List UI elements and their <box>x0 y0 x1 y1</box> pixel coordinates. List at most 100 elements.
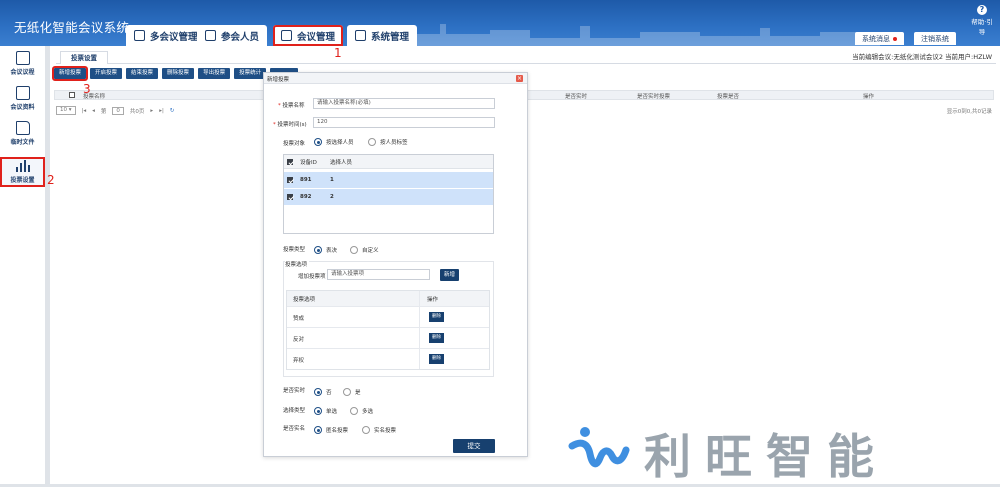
col-person: 选择人员 <box>330 159 353 166</box>
system-message-button[interactable]: 系统消息 <box>855 32 904 45</box>
skyline-decoration <box>380 24 880 46</box>
select-all-people-checkbox[interactable] <box>287 158 293 165</box>
col-realtime-vote: 是否实时投票 <box>637 94 671 100</box>
close-icon[interactable]: × <box>516 75 523 82</box>
delete-option-button[interactable]: 删除 <box>429 333 444 343</box>
nav-tab-label: 多会议管理 <box>150 31 198 43</box>
anonymous-label: 是否实名 <box>283 426 306 432</box>
people-icon <box>205 30 216 41</box>
radio-anonymous[interactable]: 匿名投票 <box>314 426 348 434</box>
prev-page-icon[interactable]: ◂ <box>92 108 95 114</box>
nav-tab-participants[interactable]: 参会人员 <box>197 25 268 46</box>
help-button[interactable]: ? 帮助·引导 <box>968 5 996 36</box>
agenda-icon <box>15 51 30 65</box>
table-row[interactable]: 891 1 <box>284 172 493 188</box>
page-prefix: 第 <box>100 108 107 115</box>
col-actions: 操作 <box>863 94 875 100</box>
sidebar-item-vote-settings[interactable]: 投票设置 <box>0 157 45 187</box>
notification-dot-icon <box>893 36 897 41</box>
pagination: 10 ▾ |◂ ◂ 第 0 共0页 ▸ ▸| ↻ <box>56 106 174 115</box>
documents-icon <box>15 86 30 100</box>
sidebar-item-agenda[interactable]: 会议议程 <box>0 49 45 83</box>
radio-off-icon <box>343 388 351 396</box>
sidebar-item-label: 临时文件 <box>10 139 35 146</box>
start-vote-button[interactable]: 开启投票 <box>90 68 123 79</box>
vote-time-label: * 投票时间(s) <box>273 122 307 128</box>
radio-realtime-yes[interactable]: 是 <box>343 388 361 396</box>
add-option-label: 增加投票项 <box>298 274 326 280</box>
brand-logo-icon <box>568 426 630 467</box>
realtime-label: 是否实时 <box>283 388 306 394</box>
last-page-icon[interactable]: ▸| <box>159 108 164 114</box>
add-option-input[interactable]: 请输入投票项 <box>327 269 430 280</box>
nav-tab-meeting-management[interactable]: 会议管理 <box>273 25 344 46</box>
meeting-icon <box>281 30 292 41</box>
radio-vote-type-standard[interactable]: 表决 <box>314 246 337 254</box>
radio-off-icon <box>368 138 376 146</box>
sidebar-item-label: 会议议程 <box>10 69 35 76</box>
first-page-icon[interactable]: |◂ <box>82 108 87 114</box>
tab-vote-settings[interactable]: 投票设置 <box>60 51 108 64</box>
nav-tab-multi-meeting[interactable]: 多会议管理 <box>126 25 206 46</box>
annotation-3: 3 <box>83 82 91 96</box>
export-vote-button[interactable]: 导出投票 <box>198 68 231 79</box>
sidebar-item-temp-files[interactable]: 临时文件 <box>0 119 45 153</box>
table-row: 赞成 删除 <box>287 306 489 327</box>
annotation-2: 2 <box>47 173 55 187</box>
page-size-select[interactable]: 10 ▾ <box>56 106 76 115</box>
radio-single-choice[interactable]: 单选 <box>314 407 337 415</box>
dialog-header: 新增投票 × <box>264 73 527 84</box>
radio-on-icon <box>314 388 322 396</box>
current-meeting-info: 当前编辑会议:无纸化测试会议2 当前用户:HZLW <box>852 53 992 61</box>
radio-on-icon <box>314 407 322 415</box>
delete-option-button[interactable]: 删除 <box>429 354 444 364</box>
vote-object-label: 投票对象 <box>283 141 306 147</box>
screen-icon <box>134 30 145 41</box>
vote-name-label: * 投票名称 <box>278 103 305 109</box>
row-checkbox[interactable] <box>287 194 293 200</box>
nav-tab-label: 系统管理 <box>371 31 410 43</box>
delete-option-button[interactable]: 删除 <box>429 312 444 322</box>
vote-options-label: 投票选项 <box>285 260 310 268</box>
table-row: 反对 删除 <box>287 327 489 348</box>
dialog-title: 新增投票 <box>267 77 290 83</box>
question-icon: ? <box>977 5 987 15</box>
radio-vote-type-custom[interactable]: 自定义 <box>350 246 379 254</box>
vote-name-input[interactable]: 请输入投票名称(必填) <box>313 98 495 109</box>
radio-by-tag[interactable]: 按人员标签 <box>368 138 408 146</box>
sidebar: 会议议程 会议资料 临时文件 投票设置 <box>0 46 45 484</box>
radio-by-person[interactable]: 按选择人员 <box>314 138 354 146</box>
folder-icon <box>15 121 30 135</box>
sidebar-item-documents[interactable]: 会议资料 <box>0 84 45 118</box>
add-option-button[interactable]: 新增 <box>440 269 459 281</box>
table-row[interactable]: 892 2 <box>284 189 493 205</box>
radio-named[interactable]: 实名投票 <box>362 426 396 434</box>
refresh-icon[interactable]: ↻ <box>170 108 175 114</box>
add-vote-button[interactable]: 新增投票 <box>51 66 89 81</box>
monitor-icon <box>355 30 366 41</box>
options-table-header: 投票选项 操作 <box>287 291 489 306</box>
sidebar-item-label: 会议资料 <box>10 104 35 111</box>
people-table-header: 设备ID 选择人员 <box>284 155 493 169</box>
radio-off-icon <box>350 407 358 415</box>
vote-time-input[interactable]: 120 <box>313 117 495 128</box>
radio-realtime-no[interactable]: 否 <box>314 388 332 396</box>
app-header: 无纸化智能会议系统 多会议管理 参会人员 会议管理 系统管理 系统消息 注销系统… <box>0 0 1000 46</box>
select-type-label: 选择类型 <box>283 408 306 414</box>
radio-multi-choice[interactable]: 多选 <box>350 407 373 415</box>
select-all-checkbox[interactable] <box>69 92 75 98</box>
radio-off-icon <box>350 246 358 254</box>
submit-button[interactable]: 提交 <box>453 439 495 453</box>
vote-stats-button[interactable]: 投票统计 <box>234 68 267 79</box>
row-checkbox[interactable] <box>287 177 293 183</box>
brand-watermark: 利旺智能 <box>568 418 888 487</box>
brand-name: 利旺智能 <box>644 430 888 485</box>
nav-tab-system-management[interactable]: 系统管理 <box>347 25 418 46</box>
logout-button[interactable]: 注销系统 <box>914 32 956 45</box>
page-total: 共0页 <box>129 108 145 115</box>
page-input[interactable]: 0 <box>112 106 124 115</box>
delete-vote-button[interactable]: 删除投票 <box>162 68 195 79</box>
next-page-icon[interactable]: ▸ <box>150 108 153 114</box>
col-device-id: 设备ID <box>300 159 317 166</box>
end-vote-button[interactable]: 结束投票 <box>126 68 159 79</box>
